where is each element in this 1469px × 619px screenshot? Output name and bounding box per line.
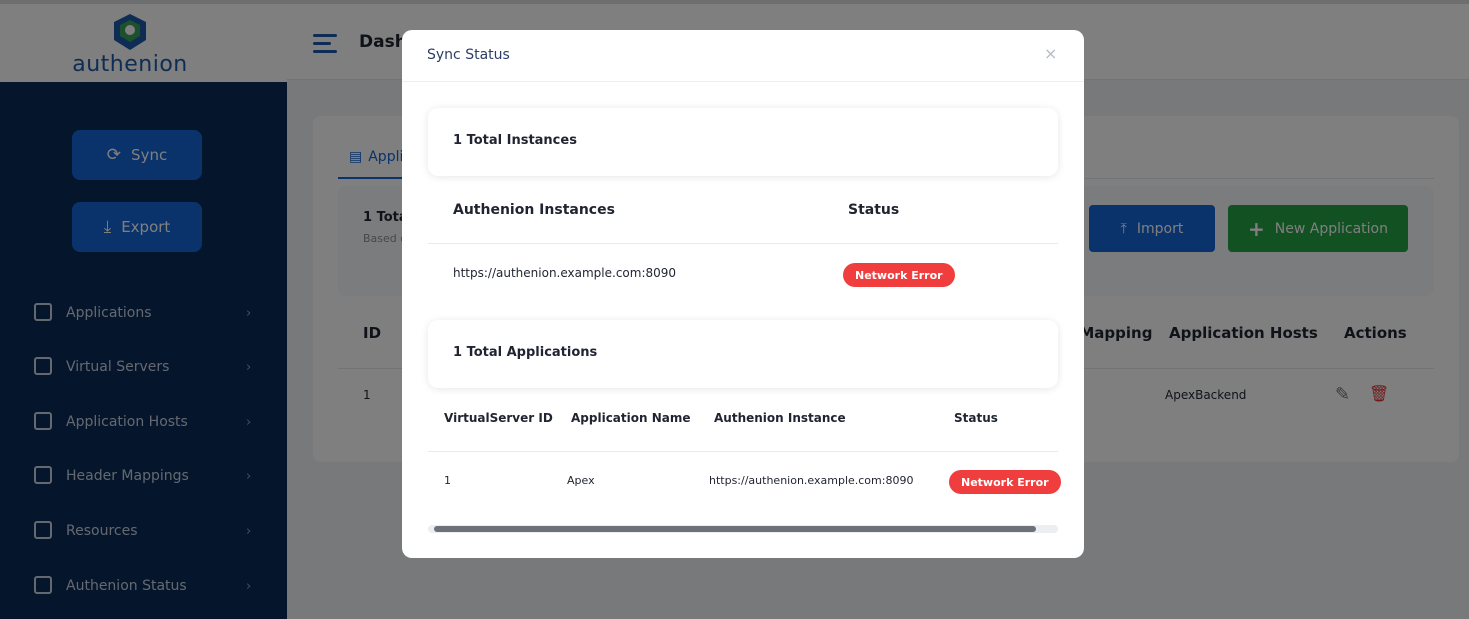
column-header-status: Status — [848, 202, 900, 218]
applications-summary-card: 1 Total Applications — [428, 320, 1058, 388]
status-badge: Network Error — [843, 263, 955, 287]
modal-header: Sync Status × — [402, 30, 1084, 82]
cell-instance: https://authenion.example.com:8090 — [709, 474, 914, 487]
column-header-instances: Authenion Instances — [453, 202, 615, 218]
scrollbar-thumb[interactable] — [434, 526, 1036, 532]
status-badge: Network Error — [949, 470, 1061, 494]
applications-summary: 1 Total Applications — [453, 345, 598, 360]
column-header-app-name: Application Name — [571, 411, 691, 425]
column-header-instance: Authenion Instance — [714, 411, 846, 425]
sync-status-modal: Sync Status × 1 Total Instances Authenio… — [402, 30, 1084, 558]
table-row: https://authenion.example.com:8090 Netwo… — [428, 244, 1058, 304]
instances-table-header: Authenion Instances Status — [428, 192, 1058, 244]
instances-summary-card: 1 Total Instances — [428, 108, 1058, 176]
column-header-status: Status — [954, 411, 998, 425]
horizontal-scrollbar[interactable] — [428, 525, 1058, 533]
instance-url: https://authenion.example.com:8090 — [453, 266, 677, 280]
modal-title: Sync Status — [427, 47, 510, 63]
table-row: 1 Apex https://authenion.example.com:809… — [428, 452, 1061, 510]
cell-vs-id: 1 — [444, 474, 451, 487]
column-header-vs-id: VirtualServer ID — [444, 411, 553, 425]
applications-table-header: VirtualServer ID Application Name Authen… — [428, 398, 1058, 452]
instances-summary: 1 Total Instances — [453, 133, 577, 148]
close-icon[interactable]: × — [1044, 44, 1057, 63]
cell-app-name: Apex — [567, 474, 595, 487]
